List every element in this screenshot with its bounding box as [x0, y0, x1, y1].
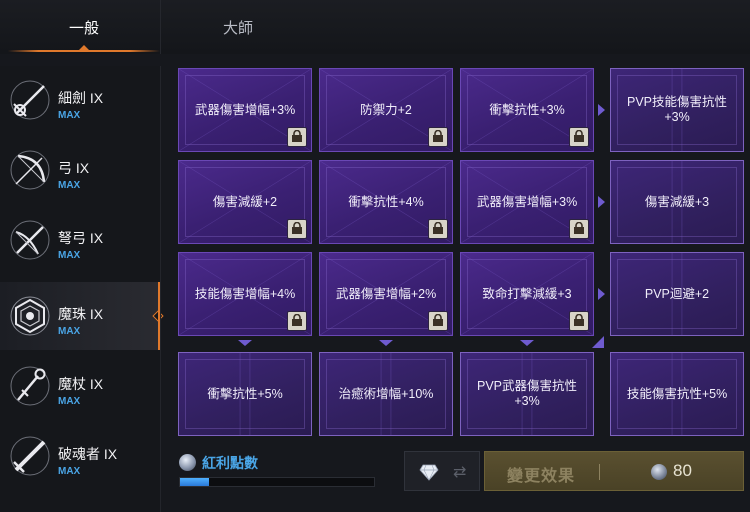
lock-icon — [428, 127, 448, 147]
weapon-item-soulbreaker[interactable]: 破魂者 IX MAX — [0, 422, 160, 490]
weapon-item-crossbow[interactable]: 弩弓 IX MAX — [0, 206, 160, 274]
weapon-level: MAX — [58, 396, 81, 407]
arrow-down-icon — [379, 340, 393, 346]
bow-icon — [10, 150, 50, 190]
gem-swap-box[interactable]: ⇄ — [404, 451, 480, 491]
tab-active-indicator — [79, 45, 89, 50]
tab-master-label: 大師 — [222, 20, 253, 37]
selected-marker — [152, 310, 164, 322]
effect-cell[interactable]: PVP武器傷害抗性+3% — [460, 352, 594, 436]
effect-cell[interactable]: 致命打擊減緩+3 — [460, 252, 594, 336]
lock-icon — [569, 219, 589, 239]
tab-bar: 一般 大師 — [0, 0, 750, 54]
lock-icon — [287, 127, 307, 147]
effect-label: 傷害減緩+3 — [644, 194, 710, 209]
corner-arrow-icon — [592, 336, 604, 348]
weapon-name: 魔杖 IX — [58, 376, 104, 392]
weapon-level: MAX — [58, 466, 81, 477]
effect-cell[interactable]: 武器傷害增幅+3% — [460, 160, 594, 244]
effect-label: 治癒術增幅+10% — [338, 386, 434, 401]
effect-label: 技能傷害抗性+5% — [626, 386, 728, 401]
weapon-level: MAX — [58, 326, 81, 337]
lock-icon — [287, 219, 307, 239]
effect-cell[interactable]: 傷害減緩+3 — [610, 160, 744, 244]
change-effect-button[interactable]: 變更效果 80 — [484, 451, 744, 491]
rapier-icon — [10, 80, 50, 120]
weapon-item-orb[interactable]: 魔珠 IX MAX — [0, 282, 164, 350]
effect-cell[interactable]: 衝擊抗性+5% — [178, 352, 312, 436]
effect-cell[interactable]: 技能傷害抗性+5% — [610, 352, 744, 436]
tab-general[interactable]: 一般 — [8, 0, 160, 52]
weapon-name: 魔珠 IX — [58, 306, 104, 322]
weapon-level: MAX — [58, 110, 81, 121]
weapon-name: 破魂者 IX — [58, 446, 118, 462]
tab-divider — [160, 0, 161, 54]
effect-cell[interactable]: 衝擊抗性+4% — [319, 160, 453, 244]
currency-icon — [651, 464, 667, 480]
lock-icon — [287, 311, 307, 331]
lock-icon — [569, 311, 589, 331]
arrow-right-icon — [598, 104, 605, 116]
arrow-right-icon — [598, 196, 605, 208]
tab-master[interactable]: 大師 — [162, 0, 314, 52]
effect-cell[interactable]: PVP迴避+2 — [610, 252, 744, 336]
effect-cell[interactable]: 武器傷害增幅+3% — [178, 68, 312, 152]
change-cost: 80 — [673, 461, 692, 480]
effect-cell[interactable]: 傷害減緩+2 — [178, 160, 312, 244]
weapon-list: 細劍 IX MAX 弓 IX MAX 弩弓 IX MAX 魔珠 IX MAX 魔… — [0, 66, 164, 512]
effect-cell[interactable]: PVP技能傷害抗性+3% — [610, 68, 744, 152]
arrow-right-icon — [598, 288, 605, 300]
effect-label: PVP迴避+2 — [644, 286, 710, 301]
lock-icon — [428, 311, 448, 331]
orb-icon — [10, 296, 50, 336]
effect-label: PVP技能傷害抗性+3% — [626, 95, 727, 124]
bonus-point-icon — [179, 454, 196, 471]
button-divider — [599, 464, 600, 480]
weapon-name: 弓 IX — [58, 160, 90, 176]
arrow-down-icon — [238, 340, 252, 346]
lock-icon — [569, 127, 589, 147]
effect-cell[interactable]: 衝擊抗性+3% — [460, 68, 594, 152]
bonus-progress-bar — [179, 477, 375, 487]
diamond-icon — [419, 464, 439, 481]
weapon-level: MAX — [58, 250, 81, 261]
effect-cell[interactable]: 防禦力+2 — [319, 68, 453, 152]
weapon-name: 細劍 IX — [58, 90, 104, 106]
weapon-item-wand[interactable]: 魔杖 IX MAX — [0, 352, 160, 420]
effect-cell[interactable]: 治癒術增幅+10% — [319, 352, 453, 436]
lock-icon — [428, 219, 448, 239]
effect-cell[interactable]: 武器傷害增幅+2% — [319, 252, 453, 336]
effect-cell[interactable]: 技能傷害增幅+4% — [178, 252, 312, 336]
swap-icon: ⇄ — [453, 464, 467, 481]
weapon-name: 弩弓 IX — [58, 230, 104, 246]
bonus-points-label: 紅利點數 — [202, 455, 258, 471]
weapon-item-rapier[interactable]: 細劍 IX MAX — [0, 66, 160, 134]
soulbreaker-icon — [10, 436, 50, 476]
tab-general-label: 一般 — [68, 20, 99, 37]
effect-label: 衝擊抗性+5% — [207, 386, 283, 401]
wand-icon — [10, 366, 50, 406]
weapon-level: MAX — [58, 180, 81, 191]
arrow-down-icon — [520, 340, 534, 346]
weapon-item-bow[interactable]: 弓 IX MAX — [0, 136, 160, 204]
sidebar-divider — [160, 66, 161, 512]
effect-label: PVP武器傷害抗性+3% — [476, 379, 577, 408]
crossbow-icon — [10, 220, 50, 260]
bonus-progress-fill — [180, 478, 210, 486]
change-effect-label: 變更效果 — [507, 468, 576, 485]
